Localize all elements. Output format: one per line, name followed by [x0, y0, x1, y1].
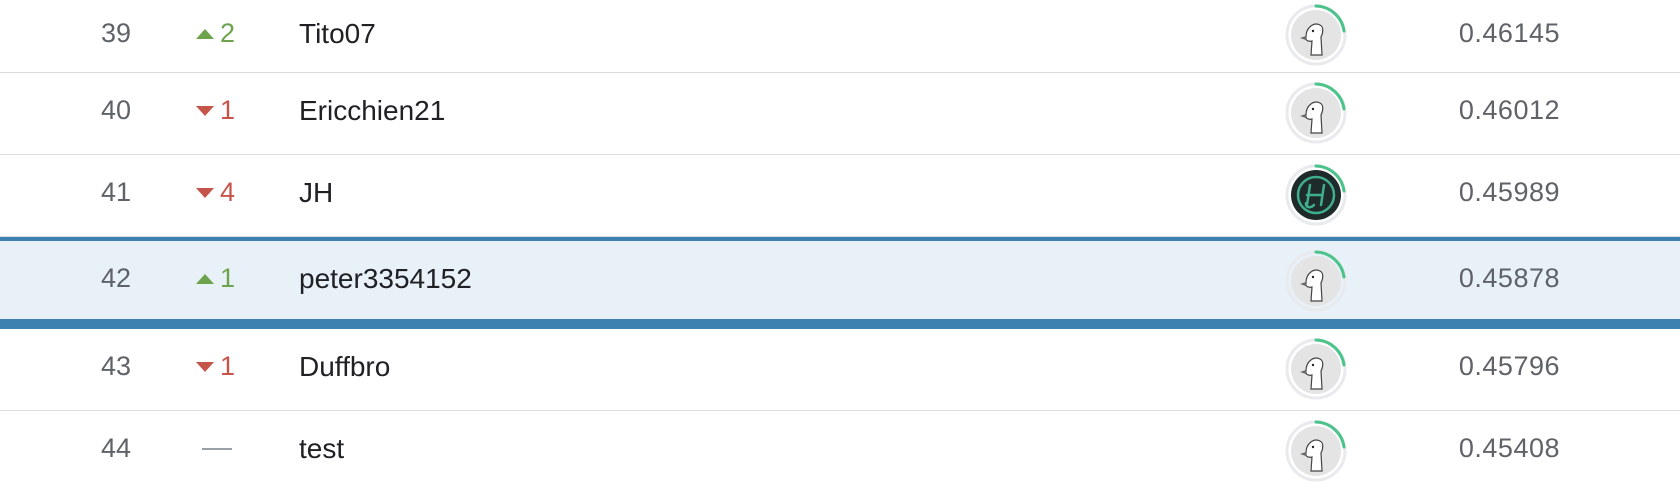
goose-avatar-icon[interactable]: [1284, 81, 1348, 145]
score: 0.45878: [1458, 263, 1560, 293]
table-row[interactable]: 43 1 Duffbro 0.45796: [0, 329, 1680, 411]
score: 0.46145: [1458, 18, 1560, 48]
rank-down-icon: [196, 105, 214, 116]
rank-change: 4: [196, 177, 256, 208]
team-name[interactable]: Tito07: [299, 18, 376, 50]
rank-change-value: 1: [220, 95, 236, 125]
goose-avatar-icon[interactable]: [1284, 3, 1348, 67]
rank-change: 1: [196, 95, 256, 126]
rank: 44: [100, 433, 132, 463]
team-name[interactable]: peter3354152: [299, 263, 472, 295]
rank-up-icon: [196, 273, 214, 284]
no-change-dash-icon: [202, 448, 232, 450]
team-name[interactable]: Ericchien21: [299, 95, 445, 127]
goose-avatar-icon[interactable]: [1284, 249, 1348, 313]
jh-logo-avatar-icon[interactable]: [1284, 163, 1348, 227]
rank: 41: [100, 177, 132, 207]
table-row[interactable]: 39 2 Tito07 0.46145: [0, 0, 1680, 73]
rank-change-value: 2: [220, 18, 236, 48]
rank-change-value: 4: [220, 177, 236, 207]
score: 0.45408: [1458, 433, 1560, 463]
table-row[interactable]: 40 1 Ericchien21 0.46012: [0, 73, 1680, 155]
rank-change: 1: [196, 351, 256, 382]
rank-down-icon: [196, 361, 214, 372]
table-row-current-user[interactable]: 42 1 peter3354152 0.45878: [0, 237, 1680, 329]
rank-change: 2: [196, 18, 256, 49]
rank-change-value: 1: [220, 263, 236, 293]
goose-avatar-icon[interactable]: [1284, 337, 1348, 401]
rank-up-icon: [196, 28, 214, 39]
table-row[interactable]: 44 test 0.45408: [0, 411, 1680, 490]
table-row[interactable]: 41 4 JH 0.45989: [0, 155, 1680, 237]
goose-avatar-icon[interactable]: [1284, 419, 1348, 483]
rank: 40: [100, 95, 132, 125]
team-name[interactable]: Duffbro: [299, 351, 390, 383]
team-name[interactable]: JH: [299, 177, 333, 209]
rank-change: 1: [196, 263, 256, 294]
score: 0.46012: [1458, 95, 1560, 125]
rank-change-value: 1: [220, 351, 236, 381]
rank: 42: [100, 263, 132, 293]
score: 0.45796: [1458, 351, 1560, 381]
score: 0.45989: [1458, 177, 1560, 207]
leaderboard-table: 39 2 Tito07 0.46145 40 1 Ericchien21 0.4…: [0, 0, 1680, 490]
team-name[interactable]: test: [299, 433, 344, 465]
rank-down-icon: [196, 187, 214, 198]
rank: 39: [100, 18, 132, 48]
rank: 43: [100, 351, 132, 381]
rank-change: [196, 433, 256, 465]
